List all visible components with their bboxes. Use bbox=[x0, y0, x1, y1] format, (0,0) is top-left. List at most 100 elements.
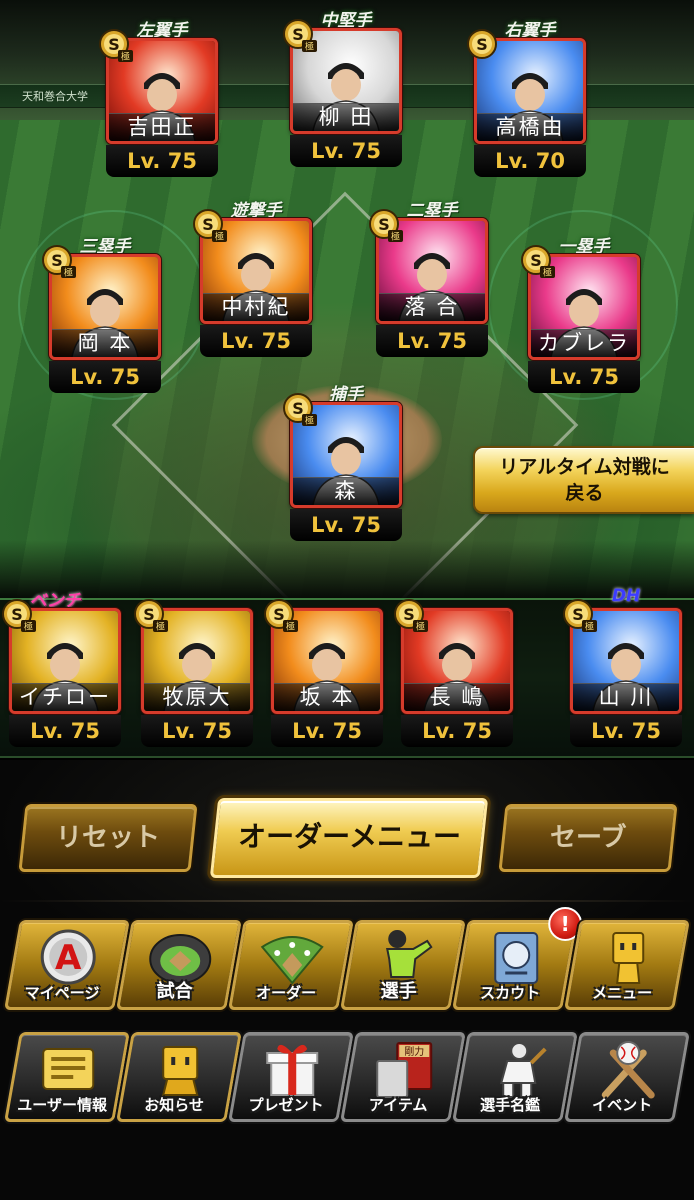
svg-text:S: S bbox=[572, 605, 584, 624]
realtime-button-line1: リアルタイム対戦に bbox=[499, 456, 670, 478]
svg-text:極: 極 bbox=[416, 621, 425, 633]
item-book-icon: 剛力 bbox=[369, 1039, 439, 1101]
player-name: 山 川 bbox=[573, 683, 679, 711]
bats-ball-icon bbox=[593, 1039, 663, 1101]
rank-badge-icon: S極 bbox=[96, 26, 136, 66]
a-emblem-icon: A bbox=[33, 927, 103, 989]
nav-scout[interactable]: ! スカウト bbox=[452, 907, 583, 1010]
player-name: 落 合 bbox=[379, 293, 485, 321]
notice-mascot-icon bbox=[145, 1039, 215, 1101]
player-level: Lv. 75 bbox=[528, 361, 640, 393]
svg-text:S: S bbox=[108, 35, 120, 54]
svg-text:極: 極 bbox=[286, 621, 295, 633]
rank-badge-icon: S極 bbox=[190, 206, 230, 246]
nav-order[interactable]: オーダー bbox=[228, 920, 354, 1010]
nav-label: 選手 bbox=[380, 981, 417, 1002]
rank-badge-icon: S極 bbox=[560, 596, 600, 636]
player-card-left-field[interactable]: 左翼手 吉田正 Lv. 75 S 極 bbox=[99, 21, 222, 183]
stadium-sign: 天和巻合大学 bbox=[22, 90, 88, 103]
reset-button[interactable]: リセット bbox=[18, 804, 198, 872]
player-card-first-base[interactable]: 一塁手 カブレラ Lv. 75 S 極 bbox=[521, 237, 644, 399]
save-button[interactable]: セーブ bbox=[498, 804, 678, 872]
svg-text:S: S bbox=[202, 215, 214, 234]
player-name: カブレラ bbox=[531, 329, 637, 357]
svg-text:極: 極 bbox=[305, 415, 314, 427]
svg-text:S: S bbox=[11, 605, 23, 624]
player-level: Lv. 75 bbox=[200, 325, 312, 357]
player-level: Lv. 75 bbox=[376, 325, 488, 357]
svg-text:S: S bbox=[292, 399, 304, 418]
player-name: 高橋由 bbox=[477, 113, 583, 141]
svg-text:A: A bbox=[55, 938, 82, 978]
nav-label: イベント bbox=[592, 1096, 653, 1114]
player-name: 森 bbox=[293, 477, 399, 505]
rank-badge-icon: S極 bbox=[280, 390, 320, 430]
nav-players[interactable]: 選手 bbox=[340, 920, 466, 1010]
player-level: Lv. 75 bbox=[271, 715, 383, 747]
rank-badge-icon: S極 bbox=[391, 596, 431, 636]
bench-player-card[interactable]: 牧原大 Lv. 75 S 極 bbox=[134, 599, 257, 753]
player-level: Lv. 75 bbox=[290, 135, 402, 167]
nav-label: 試合 bbox=[156, 981, 193, 1002]
nav-player-catalog[interactable]: 選手名鑑 bbox=[452, 1032, 578, 1122]
player-card-third-base[interactable]: 三塁手 岡 本 Lv. 75 S 極 bbox=[42, 237, 165, 399]
svg-text:S: S bbox=[378, 215, 390, 234]
player-level: Lv. 75 bbox=[141, 715, 253, 747]
player-level: Lv. 75 bbox=[290, 509, 402, 541]
rank-badge-icon: S極 bbox=[280, 16, 320, 56]
nav-label: プレゼント bbox=[248, 1096, 324, 1114]
svg-text:S: S bbox=[292, 25, 304, 44]
player-name: 長 嶋 bbox=[404, 683, 510, 711]
nav-menu[interactable]: メニュー bbox=[564, 920, 690, 1010]
rank-badge-icon: S極 bbox=[0, 596, 39, 636]
nav-mypage[interactable]: A マイページ bbox=[4, 920, 130, 1010]
svg-text:極: 極 bbox=[543, 267, 552, 279]
rank-badge-icon: S極 bbox=[366, 206, 406, 246]
player-card-right-field[interactable]: 右翼手 高橋由 Lv. 70 S bbox=[467, 21, 590, 183]
nav-event[interactable]: イベント bbox=[564, 1032, 690, 1122]
svg-text:S: S bbox=[51, 251, 63, 270]
player-card-catcher[interactable]: 捕手 森 Lv. 75 S 極 bbox=[283, 385, 406, 547]
realtime-button-line2: 戻る bbox=[565, 482, 604, 504]
gift-box-icon bbox=[257, 1039, 327, 1101]
svg-text:極: 極 bbox=[305, 41, 314, 53]
rank-badge-icon: S bbox=[464, 26, 504, 66]
nav-user-info[interactable]: ユーザー情報 bbox=[4, 1032, 130, 1122]
rank-badge-icon: S極 bbox=[39, 242, 79, 282]
player-name: 柳 田 bbox=[293, 103, 399, 131]
book-text: 剛力 bbox=[404, 1045, 424, 1058]
svg-text:S: S bbox=[476, 35, 488, 54]
player-card-center-field[interactable]: 中堅手 柳 田 Lv. 75 S 極 bbox=[283, 11, 406, 173]
rank-badge-icon: S極 bbox=[518, 242, 558, 282]
player-card-dh[interactable]: DH 山 川 Lv. 75 S 極 bbox=[563, 586, 686, 753]
reset-label: リセット bbox=[55, 823, 160, 853]
player-card-second-base[interactable]: 二塁手 落 合 Lv. 75 S 極 bbox=[369, 201, 492, 363]
nav-present[interactable]: プレゼント bbox=[228, 1032, 354, 1122]
nav-match[interactable]: 試合 bbox=[116, 920, 242, 1010]
nav-label: オーダー bbox=[256, 984, 317, 1002]
bench-player-card[interactable]: 長 嶋 Lv. 75 S 極 bbox=[394, 599, 517, 753]
nav-news[interactable]: お知らせ bbox=[116, 1032, 242, 1122]
player-name: 岡 本 bbox=[52, 329, 158, 357]
nav-label: スカウト bbox=[480, 984, 541, 1002]
player-card-shortstop[interactable]: 遊撃手 中村紀 Lv. 75 S 極 bbox=[193, 201, 316, 363]
svg-text:S: S bbox=[273, 605, 285, 624]
player-level: Lv. 75 bbox=[401, 715, 513, 747]
return-to-realtime-battle-button[interactable]: リアルタイム対戦に 戻る bbox=[473, 446, 694, 514]
nav-label: アイテム bbox=[368, 1096, 428, 1114]
svg-text:S: S bbox=[403, 605, 415, 624]
rank-badge-icon: S極 bbox=[131, 596, 171, 636]
save-label: セーブ bbox=[549, 823, 627, 853]
nav-items[interactable]: 剛力 アイテム bbox=[340, 1032, 466, 1122]
scout-emblem-icon bbox=[481, 927, 551, 989]
svg-text:極: 極 bbox=[391, 231, 400, 243]
bench-player-card[interactable]: ベンチ イチロー Lv. 75 S 極 bbox=[2, 591, 125, 753]
player-name: 坂 本 bbox=[274, 683, 380, 711]
order-menu-button[interactable]: オーダーメニュー bbox=[209, 798, 489, 878]
cube-mascot-icon bbox=[593, 927, 663, 989]
rank-badge-icon: S極 bbox=[261, 596, 301, 636]
svg-text:極: 極 bbox=[24, 621, 33, 633]
bench-player-card[interactable]: 坂 本 Lv. 75 S 極 bbox=[264, 599, 387, 753]
player-name: 中村紀 bbox=[203, 293, 309, 321]
field-formation-icon bbox=[257, 927, 327, 989]
